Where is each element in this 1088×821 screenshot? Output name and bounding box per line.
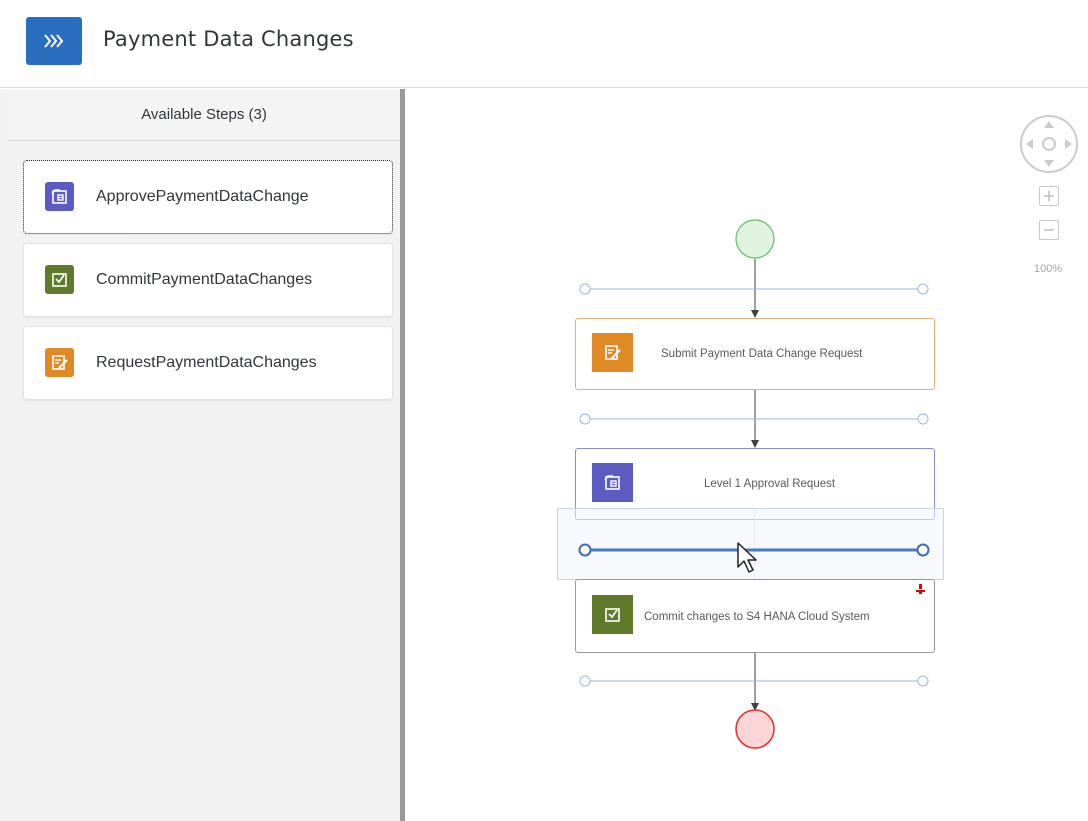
app-header: Payment Data Changes: [0, 0, 1088, 88]
step-commit-payment-data-changes[interactable]: CommitPaymentDataChanges: [23, 243, 393, 317]
plus-icon: [1044, 191, 1054, 201]
zoom-out-button[interactable]: [1039, 220, 1059, 240]
pan-control-icon[interactable]: [1018, 113, 1080, 175]
warning-icon[interactable]: [916, 584, 925, 597]
step-approve-payment-data-change[interactable]: ApprovePaymentDataChange: [23, 160, 393, 234]
workflow-canvas[interactable]: Submit Payment Data Change Request Level…: [405, 89, 1088, 821]
zoom-in-button[interactable]: [1039, 186, 1059, 206]
mouse-pointer-icon: [737, 542, 757, 573]
task-label: Commit changes to S4 HANA Cloud System: [644, 611, 870, 623]
available-steps-panel: Available Steps (3) ApprovePaymentDataCh…: [0, 89, 400, 821]
approval-task-icon: [45, 182, 74, 211]
task-commit-changes[interactable]: Commit changes to S4 HANA Cloud System: [575, 579, 935, 653]
minus-icon: [1044, 229, 1054, 231]
step-label: ApprovePaymentDataChange: [96, 188, 309, 205]
step-request-payment-data-changes[interactable]: RequestPaymentDataChanges: [23, 326, 393, 400]
active-insert-connector[interactable]: [405, 89, 1088, 821]
step-label: CommitPaymentDataChanges: [96, 271, 313, 288]
chevrons-right-icon[interactable]: [26, 17, 82, 65]
available-steps-header: Available Steps (3): [8, 89, 400, 141]
step-label: RequestPaymentDataChanges: [96, 354, 317, 371]
checkbox-task-icon: [45, 265, 74, 294]
zoom-level-label: 100%: [1034, 263, 1063, 275]
page-title: Payment Data Changes: [103, 27, 354, 51]
form-task-icon: [45, 348, 74, 377]
checkbox-task-icon: [592, 595, 633, 634]
